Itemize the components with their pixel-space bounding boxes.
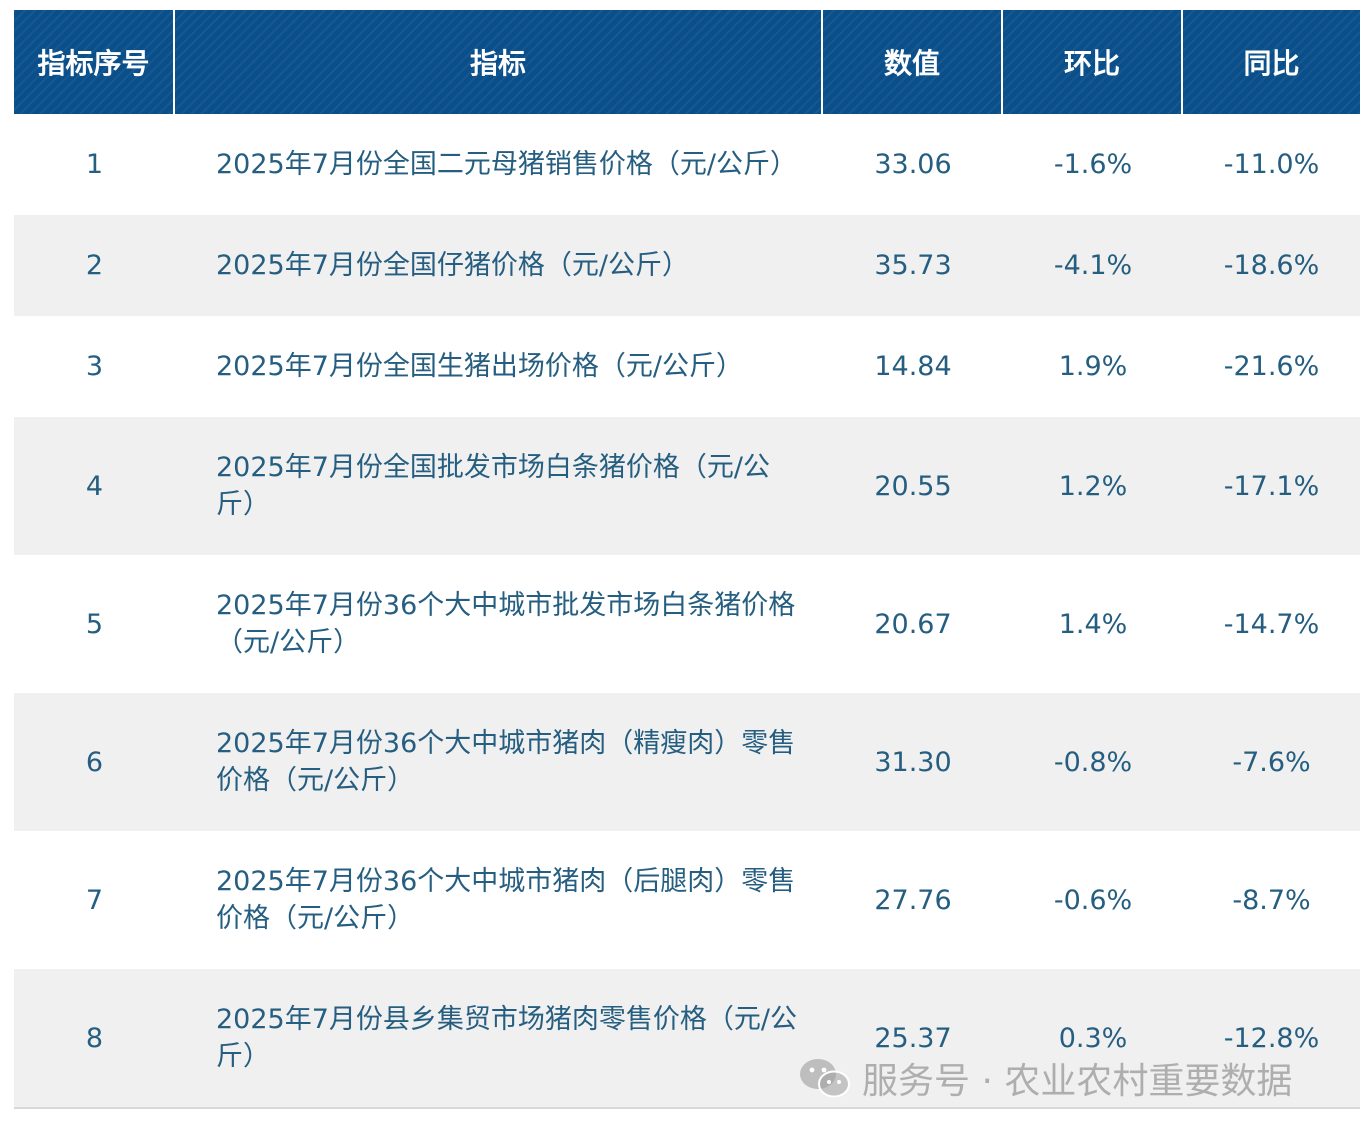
row-indicator: 2025年7月份36个大中城市批发市场白条猪价格（元/公斤） xyxy=(216,590,796,658)
row-index: 1 xyxy=(85,149,104,180)
row-yoy: -8.7% xyxy=(1232,884,1311,916)
row-value: 20.67 xyxy=(874,608,952,640)
row-value: 27.76 xyxy=(874,884,952,916)
table-row: 4 2025年7月份全国批发市场白条猪价格（元/公斤） 20.55 1.2% -… xyxy=(14,417,1360,555)
row-indicator: 2025年7月份全国生猪出场价格（元/公斤） xyxy=(216,351,743,382)
row-mom: -1.6% xyxy=(1053,149,1133,180)
row-index: 2 xyxy=(85,250,104,281)
header-indicator: 指标 xyxy=(175,10,823,114)
row-value: 35.73 xyxy=(874,250,952,281)
row-yoy: -11.0% xyxy=(1223,149,1320,180)
row-value: 33.06 xyxy=(874,149,952,180)
row-indicator: 2025年7月份全国二元母猪销售价格（元/公斤） xyxy=(216,149,797,180)
row-yoy: -7.6% xyxy=(1232,746,1311,778)
row-index: 5 xyxy=(85,608,104,640)
header-mom: 环比 xyxy=(1003,10,1183,114)
row-indicator: 2025年7月份县乡集贸市场猪肉零售价格（元/公斤） xyxy=(216,1004,797,1072)
row-mom: -0.8% xyxy=(1053,746,1133,778)
row-yoy: -21.6% xyxy=(1223,351,1320,382)
row-mom: -0.6% xyxy=(1053,884,1133,916)
table-row: 1 2025年7月份全国二元母猪销售价格（元/公斤） 33.06 -1.6% -… xyxy=(14,114,1360,215)
wechat-icon xyxy=(800,1059,850,1098)
header-value: 数值 xyxy=(823,10,1003,114)
row-index: 3 xyxy=(85,351,104,382)
row-yoy: -17.1% xyxy=(1223,470,1320,502)
row-index: 7 xyxy=(85,884,104,916)
table-row: 5 2025年7月份36个大中城市批发市场白条猪价格（元/公斤） 20.67 1… xyxy=(14,555,1360,693)
table-bottom-border xyxy=(14,1107,1360,1109)
row-value: 31.30 xyxy=(874,746,952,778)
watermark: 服务号 · 农业农村重要数据 xyxy=(798,1052,1292,1104)
data-table: 指标序号 指标 数值 环比 同比 1 2025年7月份全国二元母猪销售价格（元/… xyxy=(14,10,1360,1109)
row-indicator: 2025年7月份全国批发市场白条猪价格（元/公斤） xyxy=(216,452,770,520)
header-index: 指标序号 xyxy=(14,10,175,114)
table-row: 6 2025年7月份36个大中城市猪肉（精瘦肉）零售价格（元/公斤） 31.30… xyxy=(14,693,1360,831)
table-row: 2 2025年7月份全国仔猪价格（元/公斤） 35.73 -4.1% -18.6… xyxy=(14,215,1360,316)
watermark-text: 服务号 · 农业农村重要数据 xyxy=(862,1061,1293,1102)
row-index: 4 xyxy=(85,470,104,502)
row-index: 6 xyxy=(85,746,104,778)
row-indicator: 2025年7月份36个大中城市猪肉（后腿肉）零售价格（元/公斤） xyxy=(216,866,796,934)
table-row: 3 2025年7月份全国生猪出场价格（元/公斤） 14.84 1.9% -21.… xyxy=(14,316,1360,417)
row-value: 20.55 xyxy=(874,470,952,502)
row-yoy: -14.7% xyxy=(1223,608,1320,640)
row-mom: 1.2% xyxy=(1058,470,1128,502)
header-yoy: 同比 xyxy=(1183,10,1360,114)
row-indicator: 2025年7月份全国仔猪价格（元/公斤） xyxy=(216,250,689,281)
row-value: 14.84 xyxy=(874,351,952,382)
row-yoy: -18.6% xyxy=(1223,250,1320,281)
table-row: 7 2025年7月份36个大中城市猪肉（后腿肉）零售价格（元/公斤） 27.76… xyxy=(14,831,1360,969)
row-mom: 1.4% xyxy=(1058,608,1128,640)
row-indicator: 2025年7月份36个大中城市猪肉（精瘦肉）零售价格（元/公斤） xyxy=(216,728,796,796)
row-index: 8 xyxy=(85,1022,104,1054)
row-mom: 1.9% xyxy=(1058,351,1128,382)
table-header: 指标序号 指标 数值 环比 同比 xyxy=(14,10,1360,114)
row-mom: -4.1% xyxy=(1053,250,1133,281)
